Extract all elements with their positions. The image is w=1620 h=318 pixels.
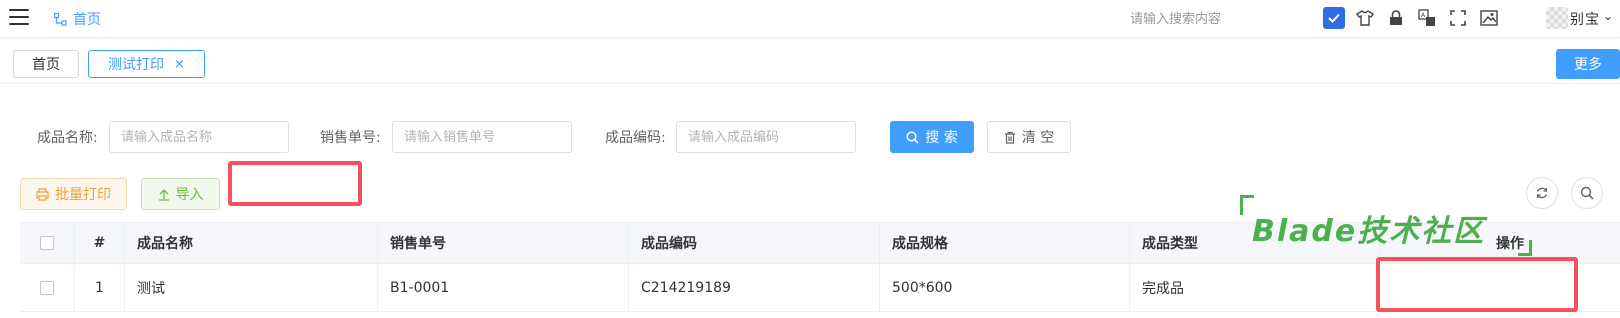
header-cell: 成品类型 [1130,223,1380,263]
chevron-down-icon[interactable]: ⌄ [1603,9,1613,23]
header-cell: 成品规格 [880,223,1130,263]
batch-print-label: 批量打印 [55,187,111,203]
cell-product-spec: 500*600 [880,264,1130,311]
header-cell: 成品编码 [629,223,880,263]
row-index: 1 [75,264,125,311]
fullscreen-icon[interactable] [1447,7,1469,29]
refresh-icon [1536,187,1548,199]
header-search-input[interactable] [1130,8,1290,30]
shirt-icon[interactable] [1354,7,1376,29]
search-toggle-button[interactable] [1571,177,1603,209]
printer-icon [36,187,49,201]
product-name-input[interactable] [109,121,289,153]
import-button[interactable]: 导入 [141,178,220,210]
breadcrumb[interactable]: 首页 [54,9,101,29]
menu-toggle-icon[interactable] [9,9,29,25]
checkbox-icon[interactable] [1323,7,1345,29]
upload-icon [158,188,169,201]
field-label-sales-order: 销售单号: [320,130,381,146]
home-tree-icon [54,12,67,26]
breadcrumb-home-label: 首页 [73,12,101,28]
avatar[interactable] [1546,7,1568,29]
tag-label: 测试打印 [108,57,165,73]
clear-button[interactable]: 清 空 [987,121,1071,153]
checkbox[interactable] [40,280,54,295]
search-icon [906,130,919,144]
annotation-highlight-box [228,161,362,206]
row-select[interactable] [20,264,75,311]
product-code-input[interactable] [676,121,856,153]
trash-icon [1004,131,1015,144]
tag-home[interactable]: 首页 [13,50,79,78]
top-header: 首页 A 别宝 ⌄ [0,0,1620,38]
clear-button-label: 清 空 [1021,130,1055,146]
annotation-highlight-box [1376,257,1578,312]
header-select-all[interactable] [20,223,75,263]
cell-product-type: 完成品 [1130,264,1380,311]
search-button-label: 搜 索 [925,130,958,146]
tag-test-print[interactable]: 测试打印 × [88,50,205,78]
tags-bar [0,44,1620,84]
field-label-product-code: 成品编码: [605,130,666,146]
watermark-corner [1240,195,1254,215]
image-icon[interactable] [1478,7,1500,29]
svg-text:A: A [1421,12,1426,19]
cell-product-code: C214219189 [629,264,880,311]
cell-product-name: 测试 [125,264,378,311]
close-icon[interactable]: × [174,57,185,72]
field-label-product-name: 成品名称: [37,130,98,146]
batch-print-button[interactable]: 批量打印 [20,178,127,210]
more-button[interactable]: 更多 [1556,49,1620,79]
translate-icon[interactable]: A [1416,7,1438,29]
tag-label: 首页 [32,57,60,73]
sales-order-input[interactable] [392,121,572,153]
import-label: 导入 [175,187,204,203]
header-cell: 成品名称 [125,223,378,263]
cell-sales-order: B1-0001 [378,264,629,311]
header-cell: 销售单号 [378,223,629,263]
search-button[interactable]: 搜 索 [890,121,974,153]
checkbox[interactable] [40,236,54,250]
refresh-button[interactable] [1526,177,1558,209]
lock-icon[interactable] [1385,7,1407,29]
search-icon [1580,186,1594,200]
header-cell: # [75,223,125,263]
username[interactable]: 别宝 [1570,9,1600,29]
